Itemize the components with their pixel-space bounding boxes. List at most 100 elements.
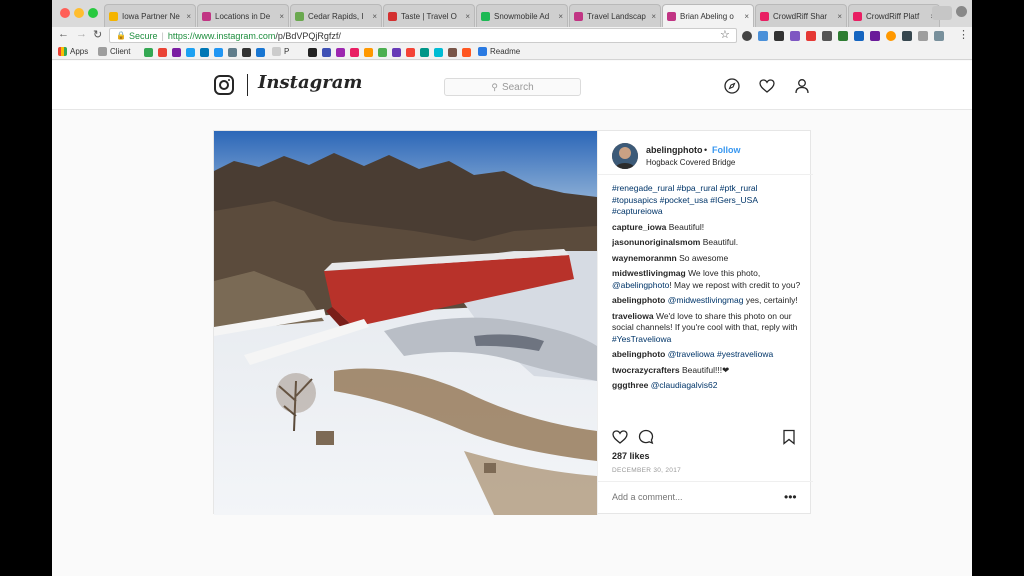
extension-icon[interactable]	[774, 31, 784, 41]
menu-icon[interactable]: ⋮	[958, 28, 969, 41]
bookmark-p[interactable]: P	[272, 47, 289, 56]
browser-tab[interactable]: Iowa Partner Ne ×	[104, 4, 196, 27]
bookmark-icon[interactable]	[434, 48, 443, 57]
profile-icon[interactable]	[794, 78, 810, 94]
bookmark-icon[interactable]	[462, 48, 471, 57]
comment-username[interactable]: gggthree	[612, 380, 648, 390]
browser-tab[interactable]: Travel Landscap ×	[569, 4, 661, 27]
back-icon[interactable]: ←	[58, 28, 69, 40]
bookmark-icon[interactable]	[406, 48, 415, 57]
comment-mention[interactable]: @traveliowa #yestraveliowa	[668, 349, 773, 359]
extension-icon[interactable]	[886, 31, 896, 41]
bookmark-icon[interactable]	[214, 48, 223, 57]
bookmark-icon[interactable]	[242, 48, 251, 57]
tab-close-icon[interactable]: ×	[279, 12, 284, 21]
bookmark-apps[interactable]: Apps	[58, 47, 88, 56]
bookmark-readme[interactable]: Readme	[478, 47, 520, 56]
tab-close-icon[interactable]: ×	[186, 12, 191, 21]
post-username[interactable]: abelingphoto	[646, 145, 703, 155]
comment-username[interactable]: capture_iowa	[612, 222, 666, 232]
drive-icon[interactable]	[144, 48, 153, 57]
gmail-icon[interactable]	[158, 48, 167, 57]
address-bar[interactable]: 🔒 Secure | https://www.instagram.com/p/B…	[109, 28, 737, 43]
tab-close-icon[interactable]: ×	[558, 12, 563, 21]
browser-tab[interactable]: Taste | Travel O ×	[383, 4, 475, 27]
post-location[interactable]: Hogback Covered Bridge	[646, 158, 735, 167]
follow-button[interactable]: Follow	[712, 145, 741, 155]
likes-count[interactable]: 287 likes	[612, 451, 650, 461]
tab-close-icon[interactable]: ×	[651, 12, 656, 21]
more-options-button[interactable]: •••	[784, 490, 797, 504]
browser-tab[interactable]: Cedar Rapids, I ×	[290, 4, 382, 27]
bookmark-star-icon[interactable]: ☆	[720, 28, 730, 41]
bookmark-icon[interactable]	[336, 48, 345, 57]
tab-close-icon[interactable]: ×	[744, 12, 749, 21]
instagram-wordmark[interactable]: Instagram	[258, 72, 362, 93]
bookmark-icon[interactable]	[420, 48, 429, 57]
avatar[interactable]	[612, 143, 638, 169]
minimize-window-icon[interactable]	[74, 8, 84, 18]
linkedin-icon[interactable]	[200, 48, 209, 57]
browser-tab[interactable]: CrowdRiff Shar ×	[755, 4, 847, 27]
bookmark-icon[interactable]	[364, 48, 373, 57]
extension-icon[interactable]	[838, 31, 848, 41]
comment-username[interactable]: traveliowa	[612, 311, 654, 321]
maximize-window-icon[interactable]	[88, 8, 98, 18]
close-window-icon[interactable]	[60, 8, 70, 18]
comment-username[interactable]: twocrazycrafters	[612, 365, 680, 375]
add-comment-input[interactable]	[612, 492, 772, 502]
extension-icon[interactable]	[870, 31, 880, 41]
bookmark-client[interactable]: Client	[98, 47, 130, 56]
bookmark-icon[interactable]	[322, 48, 331, 57]
tab-close-icon[interactable]: ×	[372, 12, 377, 21]
twitter-icon[interactable]	[186, 48, 195, 57]
hashtag-line[interactable]: #topusapics #pocket_usa #IGers_USA	[612, 195, 802, 207]
bookmark-icon[interactable]	[256, 48, 265, 57]
browser-tab[interactable]: Brian Abeling o ×	[662, 4, 754, 27]
reload-icon[interactable]: ↻	[93, 28, 102, 41]
extension-icon[interactable]	[934, 31, 944, 41]
extension-icon[interactable]	[918, 31, 928, 41]
like-heart-icon[interactable]	[612, 429, 628, 445]
extension-icon[interactable]	[854, 31, 864, 41]
comment-icon[interactable]	[638, 429, 654, 445]
bookmark-icon[interactable]	[448, 48, 457, 57]
post-photo[interactable]	[214, 131, 597, 515]
extension-icon[interactable]	[806, 31, 816, 41]
browser-tab[interactable]: CrowdRiff Platf×	[848, 4, 940, 27]
comment-username[interactable]: abelingphoto	[612, 349, 665, 359]
browser-tab[interactable]: Snowmobile Ad ×	[476, 4, 568, 27]
heart-icon[interactable]	[759, 78, 775, 94]
hashtag-line[interactable]: #captureiowa	[612, 206, 802, 218]
bookmark-icon[interactable]	[350, 48, 359, 57]
comment-username[interactable]: waynemoranmn	[612, 253, 677, 263]
bookmark-icon[interactable]	[378, 48, 387, 57]
browser-tab[interactable]: Locations in De ×	[197, 4, 289, 27]
save-bookmark-icon[interactable]	[782, 429, 796, 445]
comment-username[interactable]: abelingphoto	[612, 295, 665, 305]
tab-close-icon[interactable]: ×	[465, 12, 470, 21]
bookmark-icon[interactable]	[392, 48, 401, 57]
hashtag-line[interactable]: #renegade_rural #bpa_rural #ptk_rural	[612, 183, 802, 195]
search-input[interactable]: ⚲ Search	[444, 78, 581, 96]
tab-close-icon[interactable]: ×	[837, 12, 842, 21]
explore-icon[interactable]	[724, 78, 740, 94]
comment-username[interactable]: midwestlivingmag	[612, 268, 686, 278]
new-tab-button[interactable]	[932, 6, 952, 20]
extension-icon[interactable]	[822, 31, 832, 41]
comment-mention[interactable]: @midwestlivingmag	[668, 295, 744, 305]
comment-username[interactable]: jasonunoriginalsmom	[612, 237, 700, 247]
profile-icon[interactable]	[956, 6, 967, 17]
extension-info-icon[interactable]	[742, 31, 752, 41]
bookmark-icon[interactable]	[172, 48, 181, 57]
comment-mention[interactable]: @abelingphoto	[612, 280, 669, 290]
extension-icon[interactable]	[902, 31, 912, 41]
comment-mention[interactable]: @claudiagalvis62	[651, 380, 718, 390]
comment-hashtag[interactable]: #YesTraveliowa	[612, 334, 671, 344]
bookmark-icon[interactable]	[228, 48, 237, 57]
instagram-logo-icon[interactable]	[214, 75, 234, 95]
bookmark-icon[interactable]	[308, 48, 317, 57]
extension-calendar-icon[interactable]	[758, 31, 768, 41]
forward-icon[interactable]: →	[76, 28, 87, 40]
extension-icon[interactable]	[790, 31, 800, 41]
